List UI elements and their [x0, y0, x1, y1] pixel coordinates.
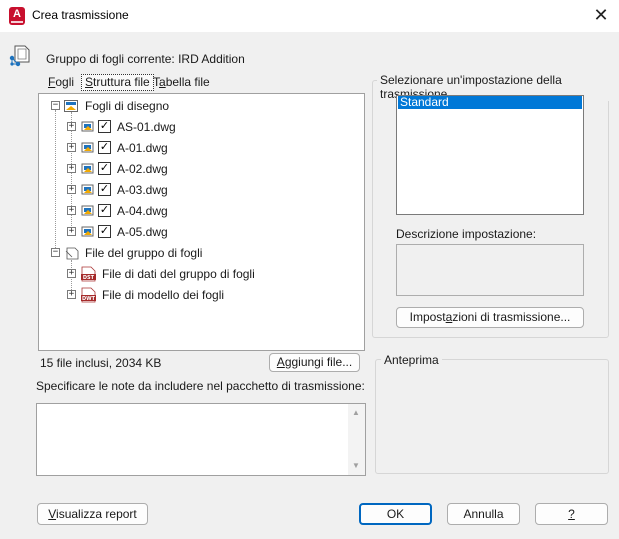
include-checkbox[interactable]: ✓ [98, 183, 111, 196]
dwg-sheet-icon [81, 205, 94, 216]
include-checkbox[interactable]: ✓ [98, 204, 111, 217]
include-checkbox[interactable]: ✓ [98, 162, 111, 175]
tree-item-label: A-01.dwg [117, 141, 168, 155]
transmittal-setup-list[interactable] [396, 95, 584, 215]
include-checkbox[interactable]: ✓ [98, 225, 111, 238]
setup-description-label: Descrizione impostazione: [396, 227, 537, 241]
sheet-set-transmit-icon [9, 45, 30, 67]
tab-file-table[interactable]: Tabella file [153, 75, 210, 91]
expand-icon[interactable]: + [67, 185, 76, 194]
scroll-down-icon[interactable]: ▼ [352, 461, 360, 470]
expand-icon[interactable]: + [67, 206, 76, 215]
tree-item-label: AS-01.dwg [117, 120, 176, 134]
tab-file-tree[interactable]: Struttura file [81, 74, 154, 91]
transmittal-setups-button[interactable]: Impostazioni di trasmissione... [396, 307, 584, 328]
close-button[interactable]: ✕ [583, 0, 619, 32]
sheet-set-icon [64, 100, 78, 112]
tree-item-label: A-05.dwg [117, 225, 168, 239]
expand-icon[interactable]: + [67, 290, 76, 299]
file-badge-text: DWT [82, 296, 96, 302]
expand-icon[interactable]: + [67, 227, 76, 236]
setup-description-box [396, 244, 584, 296]
notes-textarea[interactable] [36, 403, 366, 476]
tree-item-label: A-04.dwg [117, 204, 168, 218]
notes-label: Specificare le note da includere nel pac… [36, 379, 365, 393]
current-sheet-set-label: Gruppo di fogli corrente: IRD Addition [46, 52, 245, 66]
add-file-button[interactable]: Aggiungi file... [269, 353, 360, 372]
preview-group [375, 359, 609, 474]
preview-title: Anteprima [381, 353, 442, 367]
app-icon-underline [11, 21, 23, 23]
tab-sheets[interactable]: Fogli [48, 75, 74, 91]
expand-icon[interactable]: + [67, 269, 76, 278]
include-checkbox[interactable]: ✓ [98, 120, 111, 133]
tree-item-label: A-03.dwg [117, 183, 168, 197]
collapse-icon[interactable]: − [51, 101, 60, 110]
tree-connector [55, 110, 56, 254]
help-button[interactable]: ? [535, 503, 608, 525]
tree-item-label: File di modello dei fogli [102, 288, 225, 302]
dwt-file-icon: DWT [81, 287, 96, 303]
ok-button[interactable]: OK [359, 503, 432, 525]
dst-file-icon: DST [81, 266, 96, 282]
autocad-icon: A [9, 7, 25, 25]
dwg-sheet-icon [81, 142, 94, 153]
expand-icon[interactable]: + [67, 122, 76, 131]
dwg-sheet-icon [81, 184, 94, 195]
tree-item-label: File di dati del gruppo di fogli [102, 267, 255, 281]
window-title: Crea trasmissione [32, 8, 129, 22]
tree-item-label: File del gruppo di fogli [85, 246, 203, 260]
file-tree-panel[interactable]: − Fogli di disegno + ✓ AS-01.dwg + ✓ A-0… [38, 93, 365, 351]
app-icon-letter: A [13, 8, 21, 20]
expand-icon[interactable]: + [67, 143, 76, 152]
view-report-button[interactable]: Visualizza report [37, 503, 148, 525]
setup-list-item-standard[interactable]: Standard [398, 96, 582, 109]
tree-item-label: Fogli di disegno [85, 99, 170, 113]
dwg-sheet-icon [81, 121, 94, 132]
scroll-up-icon[interactable]: ▲ [352, 408, 360, 417]
dwg-sheet-icon [81, 163, 94, 174]
sheet-set-files-icon [65, 247, 79, 260]
expand-icon[interactable]: + [67, 164, 76, 173]
dwg-sheet-icon [81, 226, 94, 237]
cancel-button[interactable]: Annulla [447, 503, 520, 525]
tree-item-label: A-02.dwg [117, 162, 168, 176]
include-checkbox[interactable]: ✓ [98, 141, 111, 154]
collapse-icon[interactable]: − [51, 248, 60, 257]
file-count-status: 15 file inclusi, 2034 KB [40, 356, 162, 370]
file-badge-text: DST [83, 275, 95, 281]
